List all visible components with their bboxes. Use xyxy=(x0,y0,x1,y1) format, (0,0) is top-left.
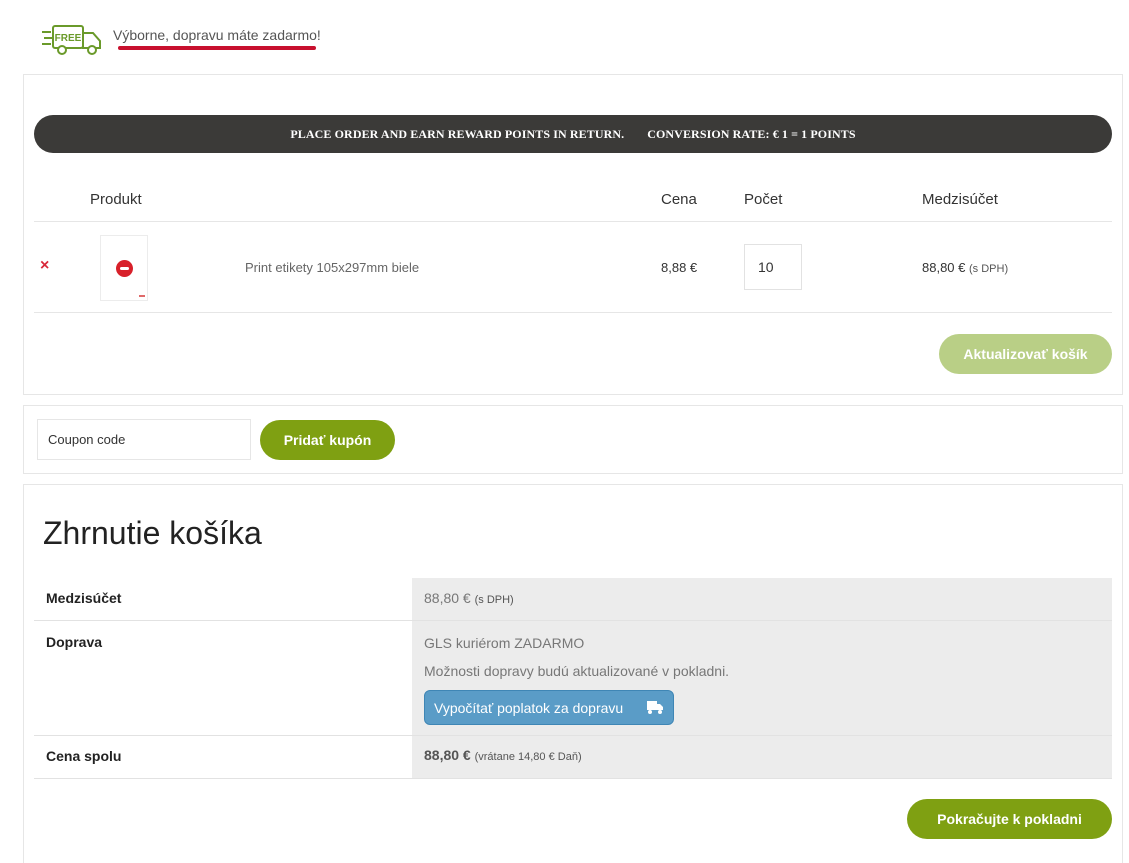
shipping-note: Možnosti dopravy budú aktualizované v po… xyxy=(424,663,730,679)
coupon-code-input[interactable] xyxy=(37,419,251,460)
free-shipping-underline xyxy=(118,46,316,50)
quantity-input[interactable] xyxy=(744,244,802,290)
totals-shipping-label: Doprava xyxy=(46,634,103,650)
update-cart-button[interactable]: Aktualizovať košík xyxy=(939,334,1112,374)
table-divider xyxy=(34,221,1112,222)
cart-totals-box: Zhrnutie košíka Medzisúčet 88,80 € (s DP… xyxy=(23,484,1123,863)
apply-coupon-button[interactable]: Pridať kupón xyxy=(260,420,395,460)
product-subtotal: 88,80 € (s DPH) xyxy=(922,260,1008,275)
column-header-product: Produkt xyxy=(90,191,142,208)
free-shipping-truck-icon: FREE xyxy=(42,25,101,55)
totals-subtotal-amount: 88,80 € xyxy=(424,590,471,606)
remove-item-icon[interactable]: × xyxy=(40,257,49,275)
shipping-method: GLS kuriérom ZADARMO xyxy=(424,635,585,651)
reward-text: PLACE ORDER AND EARN REWARD POINTS IN RE… xyxy=(290,126,625,141)
totals-subtotal-label: Medzisúčet xyxy=(46,590,122,606)
totals-divider xyxy=(34,778,1112,779)
truck-icon xyxy=(647,701,663,714)
column-header-quantity: Počet xyxy=(744,191,783,208)
calculate-shipping-button[interactable]: Vypočítať poplatok za dopravu xyxy=(424,690,674,725)
totals-total-label: Cena spolu xyxy=(46,748,122,764)
cart-table-box: PLACE ORDER AND EARN REWARD POINTS IN RE… xyxy=(23,74,1123,395)
free-shipping-notice: FREE Výborne, dopravu máte zadarmo! xyxy=(40,20,340,56)
product-subtotal-note: (s DPH) xyxy=(969,263,1009,275)
column-header-price: Cena xyxy=(661,191,697,208)
coupon-box: Pridať kupón xyxy=(23,405,1123,474)
free-shipping-text: Výborne, dopravu máte zadarmo! xyxy=(113,27,321,43)
product-price: 8,88 € xyxy=(661,260,698,275)
table-divider xyxy=(34,312,1112,313)
conversion-rate-text: CONVERSION RATE: € 1 = 1 POINTS xyxy=(647,126,856,141)
free-badge-text: FREE xyxy=(55,33,82,44)
product-thumbnail[interactable] xyxy=(100,235,148,301)
proceed-to-checkout-button[interactable]: Pokračujte k pokladni xyxy=(907,799,1112,839)
calculate-shipping-label: Vypočítať poplatok za dopravu xyxy=(434,699,624,716)
order-total-amount: 88,80 € xyxy=(424,747,471,763)
totals-shipping-value: GLS kuriérom ZADARMO Možnosti dopravy bu… xyxy=(412,621,1112,735)
order-total-tax-note: (vrátane 14,80 € Daň) xyxy=(474,751,582,763)
totals-total-value: 88,80 € (vrátane 14,80 € Daň) xyxy=(412,736,1112,778)
cart-totals-title: Zhrnutie košíka xyxy=(43,515,262,551)
reward-points-banner: PLACE ORDER AND EARN REWARD POINTS IN RE… xyxy=(34,115,1112,153)
totals-subtotal-value: 88,80 € (s DPH) xyxy=(412,578,1112,620)
column-header-subtotal: Medzisúčet xyxy=(922,191,998,208)
product-name-link[interactable]: Print etikety 105x297mm biele xyxy=(245,260,419,275)
product-subtotal-amount: 88,80 € xyxy=(922,260,966,275)
totals-subtotal-note: (s DPH) xyxy=(474,594,514,606)
